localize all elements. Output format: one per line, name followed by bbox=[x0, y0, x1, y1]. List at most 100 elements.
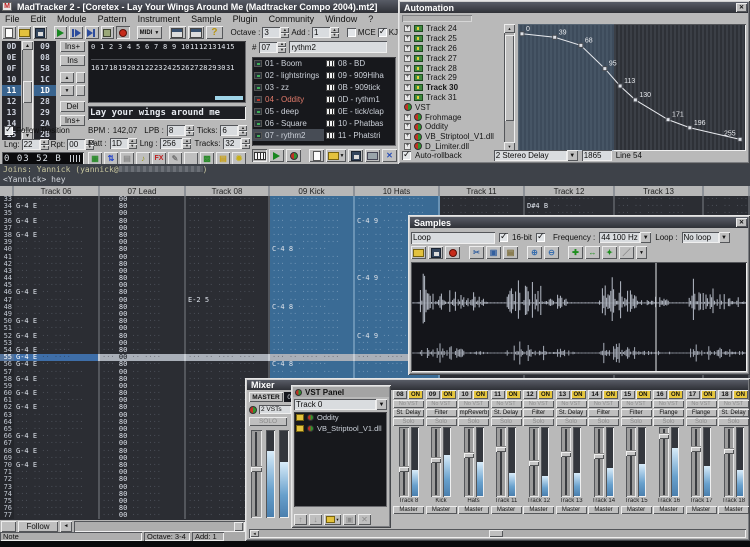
instrument-delete-icon[interactable]: ✕ bbox=[386, 151, 393, 160]
instrument-item[interactable]: 08 - BD bbox=[324, 57, 396, 69]
zoom-in-icon[interactable]: ⊕ bbox=[531, 248, 538, 257]
pattern-cell[interactable]: G-4 E ·· ···· bbox=[14, 318, 100, 325]
pattern-cell[interactable]: ··· ·· ···· ···· bbox=[270, 203, 355, 210]
pattern-cell[interactable]: ··· ·· ···· ···· bbox=[270, 196, 355, 203]
pattern-cell[interactable]: ··· ·· ···· ···· bbox=[14, 491, 100, 498]
channel-fader[interactable] bbox=[431, 427, 441, 497]
order-insert-button[interactable]: Ins bbox=[60, 55, 85, 66]
channel-fader[interactable] bbox=[496, 427, 506, 497]
channel-fader-zone[interactable] bbox=[458, 427, 489, 497]
pattern-cell[interactable]: ··· ·· ···· ···· bbox=[270, 369, 355, 376]
mixer-hscrollbar[interactable]: ◄ bbox=[249, 529, 746, 538]
channel-on-button[interactable]: ON bbox=[571, 390, 586, 399]
channel-fader-zone[interactable] bbox=[653, 427, 684, 497]
follow-position[interactable]: Follow Position bbox=[4, 126, 70, 135]
pattern-cell[interactable]: ··· 00 ·· ···· bbox=[100, 282, 186, 289]
instrument-item[interactable]: 0E - tick/clap bbox=[324, 105, 396, 117]
pattern-cell[interactable]: C-4 8 ·· ···· bbox=[270, 361, 355, 368]
expander-icon[interactable]: + bbox=[404, 94, 411, 101]
order-insert-plus-button[interactable]: Ins+ bbox=[60, 41, 85, 52]
channel-fx-button[interactable]: St. Delay bbox=[556, 409, 587, 417]
pattern-cell[interactable]: ··· 80 ·· ···· bbox=[100, 448, 186, 455]
channel-solo-button[interactable]: Solo bbox=[653, 418, 684, 426]
channel-novst-button[interactable]: No VST bbox=[491, 400, 522, 408]
pattern-cell[interactable]: ··· 80 ·· ···· bbox=[100, 304, 186, 311]
pattern-cell[interactable]: G-4 E ·· ···· bbox=[14, 404, 100, 411]
channel-solo-button[interactable]: Solo bbox=[491, 418, 522, 426]
pattern-cell[interactable]: ··· ·· ···· ···· bbox=[186, 268, 270, 275]
order-position-item[interactable]: 0D bbox=[2, 41, 21, 52]
pattern-cell[interactable]: G-4 E ·· ···· bbox=[14, 347, 100, 354]
pattern-cell[interactable]: G-4 E ·· ···· bbox=[14, 289, 100, 296]
pattern-cell[interactable]: ··· 80 ·· ···· bbox=[100, 289, 186, 296]
pattern-cell[interactable]: ··· ·· ···· ···· bbox=[14, 311, 100, 318]
channel-fader-zone[interactable] bbox=[491, 427, 522, 497]
pattern-cell[interactable]: ··· 80 ·· ···· bbox=[100, 318, 186, 325]
tracker-corner-button[interactable] bbox=[1, 521, 16, 532]
pattern-cell[interactable]: ··· 80 ·· ···· bbox=[100, 333, 186, 340]
pattern-cell[interactable]: ··· 00 ·· ···· bbox=[100, 210, 186, 217]
16bit-checkbox[interactable] bbox=[499, 233, 508, 242]
order-insert-plus2-button[interactable]: Ins+ bbox=[60, 115, 85, 126]
pattern-cell[interactable]: ··· ·· ···· ···· bbox=[270, 297, 355, 304]
pattern-cell[interactable]: ··· ·· ···· ···· bbox=[14, 412, 100, 419]
channel-novst-button[interactable]: No VST bbox=[556, 400, 587, 408]
channel-solo-button[interactable]: Solo bbox=[718, 418, 749, 426]
instrument-open-icon[interactable] bbox=[328, 152, 339, 160]
pattern-cell[interactable]: ··· ·· ···· ···· bbox=[186, 333, 270, 340]
channel-fader-handle[interactable] bbox=[659, 433, 669, 439]
order-pattern-item[interactable]: 08 bbox=[34, 52, 56, 63]
channel-novst-button[interactable]: No VST bbox=[718, 400, 749, 408]
pattern-cell[interactable]: ··· 80 ·· ···· bbox=[100, 462, 186, 469]
channel-solo-button[interactable]: Solo bbox=[588, 418, 619, 426]
pattern-cell[interactable]: ··· ·· ···· ···· bbox=[14, 340, 100, 347]
channel-output-button[interactable]: Master bbox=[556, 506, 587, 514]
channel-fader[interactable] bbox=[659, 427, 669, 497]
track-header[interactable]: 10 Hats bbox=[355, 186, 440, 196]
pattern-cell[interactable]: ··· ·· ···· ···· bbox=[14, 505, 100, 512]
automation-tree[interactable]: +Track 24+Track 25+Track 26+Track 27+Tra… bbox=[402, 24, 503, 151]
vst-target-select[interactable]: Track 0 ▼ bbox=[294, 399, 387, 410]
automation-tree-item[interactable]: +Track 28 bbox=[402, 63, 503, 73]
pattern-cell[interactable]: ··· 80 ·· ···· bbox=[100, 491, 186, 498]
pattern-row[interactable]: 34G-4 E ·· ······· 80 ·· ······· ·· ····… bbox=[0, 203, 750, 210]
menu-item-community[interactable]: Community bbox=[269, 14, 315, 24]
pattern-cell[interactable]: ··· ·· ···· ···· bbox=[14, 261, 100, 268]
pattern-cell[interactable]: ··· ·· ···· ···· bbox=[186, 232, 270, 239]
automation-target-dropdown-icon[interactable]: ▼ bbox=[567, 150, 578, 161]
channel-number[interactable]: 14 bbox=[588, 390, 602, 399]
pattern-cell[interactable]: G-4 E ·· ···· bbox=[14, 390, 100, 397]
pattern-cell[interactable]: ··· ·· ···· ···· bbox=[186, 203, 270, 210]
pattern-cell[interactable]: ··· ·· ···· ···· bbox=[14, 239, 100, 246]
pattern-cell[interactable]: ··· 80 ·· ···· bbox=[100, 419, 186, 426]
instrument-save-icon[interactable] bbox=[351, 151, 361, 161]
pattern-cell[interactable]: ··· ·· ···· ···· bbox=[14, 304, 100, 311]
track-order-icon[interactable]: ⇅ bbox=[108, 154, 115, 163]
channel-fx-button[interactable]: Filter bbox=[426, 409, 457, 417]
channel-fader-handle[interactable] bbox=[464, 452, 474, 458]
channel-fader-handle[interactable] bbox=[561, 451, 571, 457]
instrument-item[interactable]: 01 - Boom bbox=[252, 57, 324, 69]
pattern-cell[interactable]: ··· ·· ···· ···· bbox=[186, 254, 270, 261]
pattern-cell[interactable]: ··· ·· ···· ···· bbox=[186, 261, 270, 268]
pattern-cell[interactable]: ··· ·· ···· ···· bbox=[270, 254, 355, 261]
channel-number[interactable]: 10 bbox=[458, 390, 472, 399]
expander-icon[interactable]: + bbox=[404, 45, 411, 52]
instrument-play-icon[interactable] bbox=[273, 152, 280, 160]
pattern-cell[interactable]: ··· 80 ·· ···· bbox=[100, 275, 186, 282]
instrument-item[interactable]: 11 - Phatstri bbox=[324, 129, 396, 141]
master-fader[interactable] bbox=[251, 430, 262, 518]
instrument-item[interactable]: 02 - lightstrings bbox=[252, 69, 324, 81]
pattern-cell[interactable]: ··· 00 ·· ···· bbox=[100, 254, 186, 261]
pattern-cell[interactable]: ··· ·· ···· ···· bbox=[14, 268, 100, 275]
channel-solo-button[interactable]: Solo bbox=[686, 418, 717, 426]
pattern-cell[interactable]: G-4 E ·· ···· bbox=[14, 232, 100, 239]
scroll-left-icon[interactable]: ◄ bbox=[60, 521, 72, 532]
pattern-cell[interactable]: ··· ·· ···· ···· bbox=[440, 196, 525, 203]
track-header[interactable] bbox=[704, 186, 750, 196]
frequency-select[interactable]: 44 100 Hz▼ bbox=[599, 232, 651, 243]
order-move-up-button[interactable]: ▲ bbox=[60, 72, 74, 83]
pattern-cell[interactable]: ··· ·· ···· ···· bbox=[14, 397, 100, 404]
channel-fader[interactable] bbox=[464, 427, 474, 497]
channel-output-button[interactable]: Master bbox=[718, 506, 749, 514]
